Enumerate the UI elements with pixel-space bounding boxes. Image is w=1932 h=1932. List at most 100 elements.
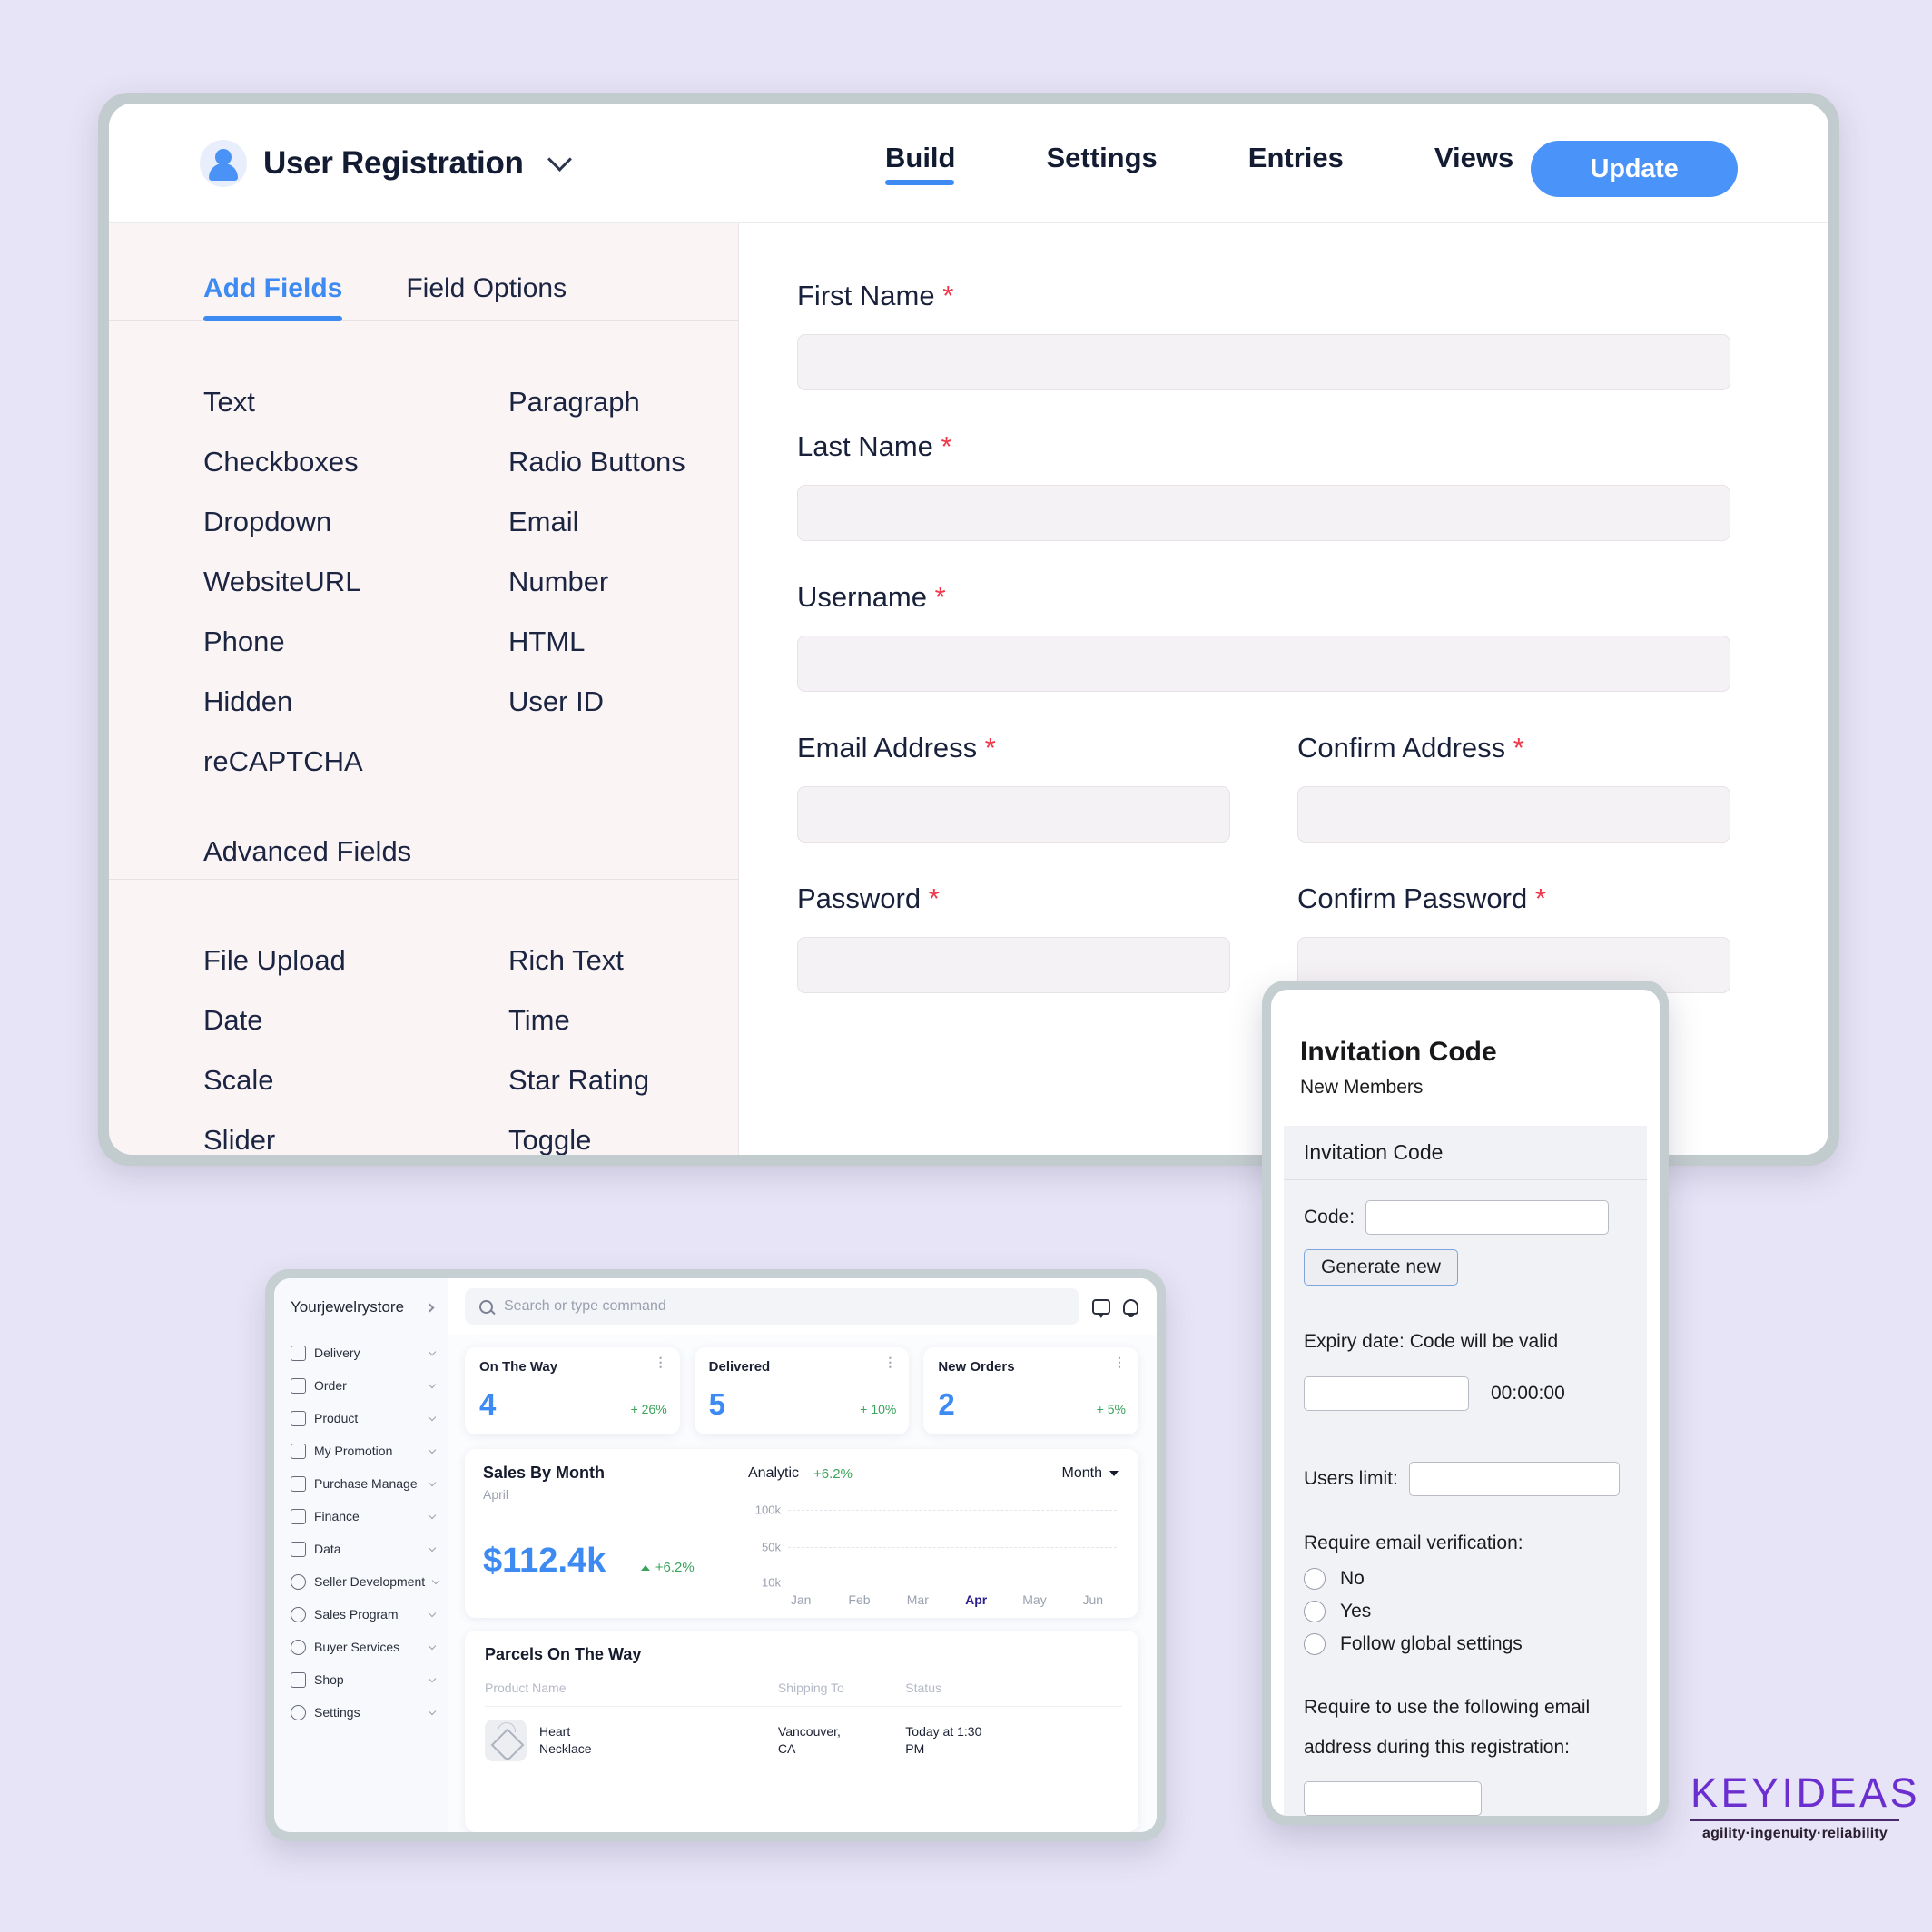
input-email-address[interactable] bbox=[797, 786, 1230, 843]
bar-chart-icon bbox=[291, 1541, 306, 1557]
invitation-form: Invitation Code Code: Generate new Expir… bbox=[1284, 1126, 1647, 1816]
field-type-rich-text[interactable]: Rich Text bbox=[508, 931, 738, 991]
stat-card-new-orders[interactable]: New Orders ⋮ 2 + 5% bbox=[923, 1347, 1139, 1434]
users-limit-input[interactable] bbox=[1408, 1461, 1620, 1496]
input-confirm-address[interactable] bbox=[1297, 786, 1730, 843]
search-box[interactable]: Search or type command bbox=[465, 1288, 1079, 1325]
field-type-checkboxes[interactable]: Checkboxes bbox=[203, 432, 508, 492]
label-first-name: First Name * bbox=[797, 280, 1730, 312]
truck-icon bbox=[291, 1345, 306, 1361]
chevron-down-icon[interactable] bbox=[547, 147, 572, 172]
label-last-name: Last Name * bbox=[797, 430, 1730, 463]
field-type-number[interactable]: Number bbox=[508, 552, 738, 612]
radio-button-icon[interactable] bbox=[1304, 1601, 1326, 1622]
email-note-line2: address during this registration: bbox=[1304, 1736, 1570, 1758]
chevron-down-icon bbox=[428, 1380, 437, 1388]
sidebar-item-buyer-services[interactable]: Buyer Services bbox=[274, 1631, 448, 1663]
stat-card-on-the-way[interactable]: On The Way ⋮ 4 + 26% bbox=[465, 1347, 680, 1434]
chart-title: Sales By Month bbox=[483, 1464, 606, 1482]
more-options-icon[interactable]: ⋮ bbox=[1113, 1355, 1126, 1368]
input-password[interactable] bbox=[797, 937, 1230, 993]
chevron-down-icon bbox=[428, 1413, 437, 1421]
sidebar-item-settings[interactable]: Settings bbox=[274, 1696, 448, 1729]
column-product-name: Product Name bbox=[485, 1681, 567, 1695]
sidebar-item-shop[interactable]: Shop bbox=[274, 1663, 448, 1696]
field-type-slider[interactable]: Slider bbox=[203, 1110, 508, 1155]
table-row[interactable]: Heart Necklace Vancouver, CA Today at 1:… bbox=[485, 1720, 1122, 1761]
sidebar-item-data[interactable]: Data bbox=[274, 1533, 448, 1565]
sidebar-item-label: Product bbox=[314, 1411, 359, 1425]
field-type-time[interactable]: Time bbox=[508, 991, 738, 1050]
sidebar-item-delivery[interactable]: Delivery bbox=[274, 1336, 448, 1369]
field-username: Username * bbox=[797, 581, 1730, 692]
stat-card-delivered[interactable]: Delivered ⋮ 5 + 10% bbox=[694, 1347, 910, 1434]
required-email-input[interactable] bbox=[1304, 1781, 1482, 1816]
email-note-line1: Require to use the following email bbox=[1304, 1697, 1591, 1718]
input-username[interactable] bbox=[797, 636, 1730, 692]
radio-option-follow-global[interactable]: Follow global settings bbox=[1284, 1633, 1647, 1655]
field-type-hidden[interactable]: Hidden bbox=[203, 672, 508, 732]
field-type-scale[interactable]: Scale bbox=[203, 1050, 508, 1110]
more-options-icon[interactable]: ⋮ bbox=[883, 1355, 896, 1368]
expiry-date-input[interactable] bbox=[1304, 1375, 1469, 1411]
update-button[interactable]: Update bbox=[1531, 141, 1738, 197]
tab-field-options[interactable]: Field Options bbox=[406, 273, 567, 320]
sidebar-item-product[interactable]: Product bbox=[274, 1402, 448, 1434]
tab-build[interactable]: Build bbox=[885, 142, 956, 185]
sidebar-item-seller-development[interactable]: Seller Development bbox=[274, 1565, 448, 1598]
field-type-file-upload[interactable]: File Upload bbox=[203, 931, 508, 991]
chevron-down-icon bbox=[1109, 1471, 1119, 1476]
field-type-date[interactable]: Date bbox=[203, 991, 508, 1050]
radio-button-icon[interactable] bbox=[1304, 1568, 1326, 1590]
required-marker: * bbox=[941, 430, 952, 462]
label-email-address: Email Address * bbox=[797, 732, 1230, 764]
required-marker: * bbox=[934, 581, 946, 613]
sidebar-item-label: Order bbox=[314, 1378, 347, 1393]
field-type-phone[interactable]: Phone bbox=[203, 612, 508, 672]
x-tick-may: May bbox=[1022, 1592, 1047, 1607]
radio-option-yes[interactable]: Yes bbox=[1284, 1601, 1647, 1622]
sidebar-item-sales-program[interactable]: Sales Program bbox=[274, 1598, 448, 1631]
tab-settings[interactable]: Settings bbox=[1047, 142, 1158, 185]
field-type-websiteurl[interactable]: WebsiteURL bbox=[203, 552, 508, 612]
field-type-paragraph[interactable]: Paragraph bbox=[508, 372, 738, 432]
field-type-radio-buttons[interactable]: Radio Buttons bbox=[508, 432, 738, 492]
input-last-name[interactable] bbox=[797, 485, 1730, 541]
range-selector[interactable]: Month bbox=[1062, 1465, 1119, 1482]
more-options-icon[interactable]: ⋮ bbox=[655, 1355, 667, 1368]
label-confirm-address: Confirm Address * bbox=[1297, 732, 1730, 764]
radio-button-icon[interactable] bbox=[1304, 1633, 1326, 1655]
sidebar-item-my-promotion[interactable]: My Promotion bbox=[274, 1434, 448, 1467]
input-first-name[interactable] bbox=[797, 334, 1730, 390]
sidebar-item-label: Shop bbox=[314, 1672, 344, 1687]
generate-new-button[interactable]: Generate new bbox=[1304, 1249, 1458, 1286]
tab-views[interactable]: Views bbox=[1434, 142, 1513, 185]
store-name-item[interactable]: Yourjewelrystore bbox=[274, 1298, 448, 1316]
field-type-html[interactable]: HTML bbox=[508, 612, 738, 672]
field-type-dropdown[interactable]: Dropdown bbox=[203, 492, 508, 552]
expiry-row: 00:00:00 bbox=[1284, 1356, 1647, 1411]
sidebar-item-order[interactable]: Order bbox=[274, 1369, 448, 1402]
sidebar-item-finance[interactable]: Finance bbox=[274, 1500, 448, 1533]
form-title-group[interactable]: User Registration bbox=[200, 139, 572, 187]
field-type-text[interactable]: Text bbox=[203, 372, 508, 432]
product-name: Heart Necklace bbox=[539, 1723, 592, 1758]
sales-trend-value: +6.2% bbox=[655, 1560, 695, 1576]
bell-icon[interactable] bbox=[1123, 1298, 1138, 1317]
field-type-email[interactable]: Email bbox=[508, 492, 738, 552]
status-line1: Today at 1:30 bbox=[905, 1724, 982, 1740]
sidebar-item-purchase-manage[interactable]: Purchase Manage bbox=[274, 1467, 448, 1500]
required-marker: * bbox=[984, 732, 996, 764]
stat-title: On The Way bbox=[479, 1359, 558, 1375]
field-type-user-id[interactable]: User ID bbox=[508, 672, 738, 732]
radio-option-no[interactable]: No bbox=[1284, 1568, 1647, 1590]
field-type-star-rating[interactable]: Star Rating bbox=[508, 1050, 738, 1110]
wallet-icon bbox=[291, 1508, 306, 1524]
code-input[interactable] bbox=[1365, 1200, 1610, 1235]
tab-entries[interactable]: Entries bbox=[1248, 142, 1344, 185]
stat-cards-row: On The Way ⋮ 4 + 26% Delivered ⋮ 5 + 10% bbox=[448, 1335, 1157, 1434]
tab-add-fields[interactable]: Add Fields bbox=[203, 273, 343, 321]
field-type-recaptcha[interactable]: reCAPTCHA bbox=[203, 732, 508, 792]
chat-bubble-icon[interactable] bbox=[1092, 1298, 1110, 1318]
field-type-toggle[interactable]: Toggle bbox=[508, 1110, 738, 1155]
